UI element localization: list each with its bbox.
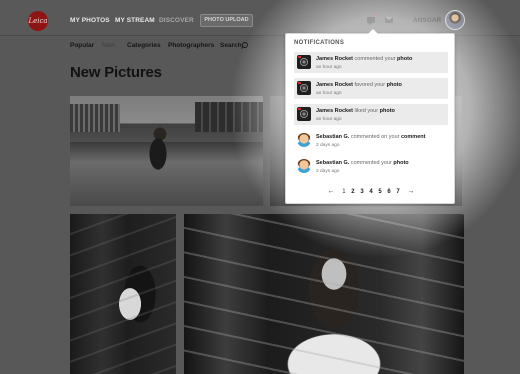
- top-bar: Leica MY PHOTOS MY STREAM DISCOVER PHOTO…: [0, 0, 520, 36]
- face-icon: [297, 159, 311, 173]
- notification-item[interactable]: Sebastian G. commented on your comment 2…: [294, 130, 448, 151]
- notification-text: James Rocket commented your photo: [316, 56, 413, 62]
- pager-next-arrow-icon[interactable]: →: [407, 188, 414, 195]
- notification-time: 2 days ago: [316, 143, 340, 148]
- notification-time: an hour ago: [316, 117, 342, 122]
- user-name[interactable]: ANSGAR: [413, 17, 441, 24]
- face-icon: [297, 133, 311, 147]
- subnav-categories[interactable]: Categories: [127, 42, 161, 49]
- notification-item[interactable]: James Rocket liked your photo an hour ag…: [294, 104, 448, 125]
- notification-text: Sebastian G. commented your photo: [316, 160, 409, 166]
- nav-discover[interactable]: DISCOVER: [159, 17, 194, 24]
- search-icon[interactable]: [242, 42, 248, 48]
- nav-my-stream[interactable]: MY STREAM: [115, 17, 155, 24]
- notifications-panel: NOTIFICATIONS James Rocket commented you…: [285, 29, 456, 204]
- camera-icon: [297, 55, 311, 69]
- camera-icon: [297, 81, 311, 95]
- photo-woman-sitting-in-grass[interactable]: [70, 96, 263, 206]
- notification-time: an hour ago: [316, 91, 342, 96]
- subnav-new[interactable]: New: [102, 42, 115, 49]
- notification-item[interactable]: James Rocket commented your photo an hou…: [294, 52, 448, 73]
- pager-page[interactable]: 7: [396, 189, 399, 195]
- notification-text: Sebastian G. commented on your comment: [316, 134, 426, 140]
- mail-icon[interactable]: [385, 17, 393, 23]
- notification-time: 2 days ago: [316, 169, 340, 174]
- notification-text: James Rocket liked your photo: [316, 108, 395, 114]
- pager-page[interactable]: 3: [360, 189, 363, 195]
- notifications-pager: ← 1 2 3 4 5 6 7 →: [286, 188, 456, 198]
- pager-page[interactable]: 1: [342, 189, 345, 195]
- page-title: New Pictures: [70, 64, 162, 81]
- notifications-icon[interactable]: [367, 17, 375, 25]
- subnav-search[interactable]: Search: [220, 42, 242, 49]
- pager-prev-arrow-icon[interactable]: ←: [328, 188, 335, 195]
- notification-item[interactable]: Sebastian G. commented your photo 2 days…: [294, 156, 448, 177]
- user-avatar[interactable]: [445, 10, 465, 30]
- pager-page[interactable]: 4: [369, 189, 372, 195]
- subnav-popular[interactable]: Popular: [70, 42, 94, 49]
- photo-woman-portrait-train[interactable]: [184, 214, 464, 374]
- notification-time: an hour ago: [316, 65, 342, 70]
- pager-page[interactable]: 2: [351, 189, 354, 195]
- photo-upload-button[interactable]: PHOTO UPLOAD: [200, 14, 253, 27]
- nav-my-photos[interactable]: MY PHOTOS: [70, 17, 110, 24]
- camera-icon: [297, 107, 311, 121]
- notification-text: James Rocket favored your photo: [316, 82, 402, 88]
- photo-woman-reflection[interactable]: [70, 214, 176, 374]
- pager-page[interactable]: 6: [387, 189, 390, 195]
- subnav-photographers[interactable]: Photographers: [168, 42, 214, 49]
- notification-count-badge: 3: [375, 13, 378, 19]
- notifications-title: NOTIFICATIONS: [294, 40, 345, 46]
- notification-item[interactable]: James Rocket favored your photo an hour …: [294, 78, 448, 99]
- pager-page[interactable]: 5: [378, 189, 381, 195]
- leica-logo[interactable]: Leica: [28, 11, 48, 31]
